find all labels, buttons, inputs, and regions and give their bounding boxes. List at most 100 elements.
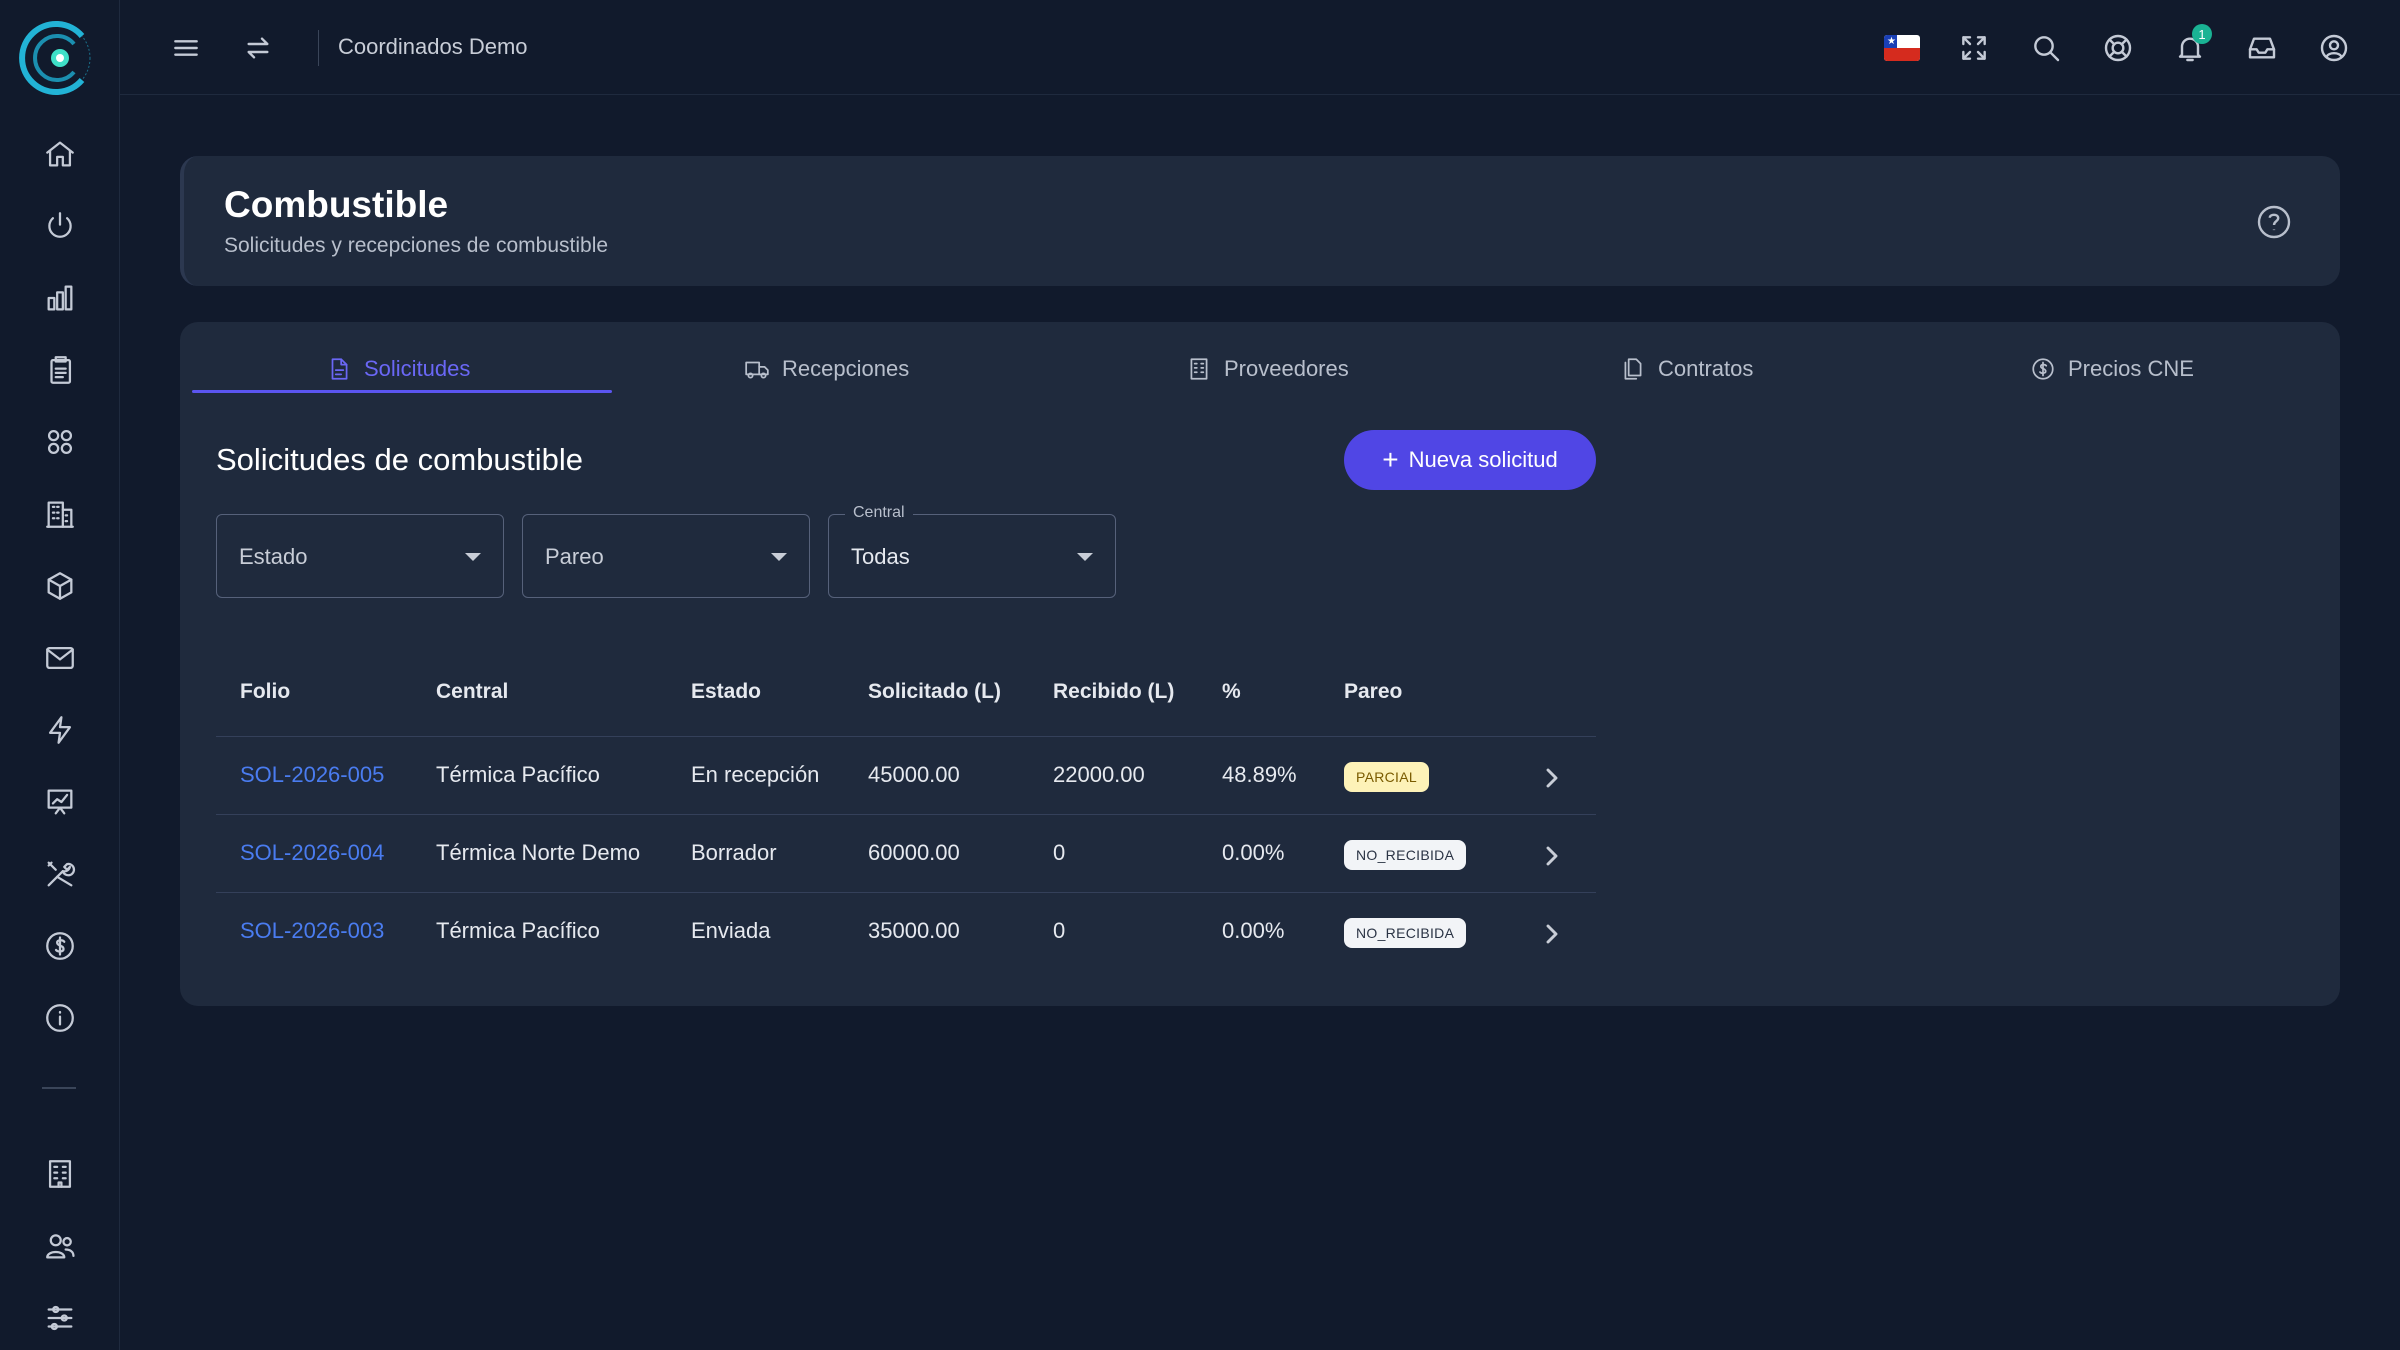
documents-icon <box>1624 358 1642 380</box>
grid-icon[interactable] <box>36 418 84 466</box>
clipboard-icon[interactable] <box>36 346 84 394</box>
office-icon[interactable] <box>36 1150 84 1198</box>
tab-precios-cne[interactable]: Precios CNE <box>2030 344 2194 394</box>
pareo-placeholder: Pareo <box>545 544 604 569</box>
menu-icon[interactable] <box>162 24 210 72</box>
solicitado-cell: 45000.00 <box>868 762 960 787</box>
tab-contratos[interactable]: Contratos <box>1620 344 1753 394</box>
tab-label: Solicitudes <box>364 356 471 381</box>
col-header-percent[interactable]: % <box>1222 680 1241 704</box>
topbar-divider <box>318 30 319 66</box>
status-badge: NO_RECIBIDA <box>1344 918 1467 948</box>
page-title: Combustible <box>224 184 449 225</box>
status-badge: PARCIAL <box>1344 762 1429 792</box>
tab-solicitudes[interactable]: Solicitudes <box>326 344 470 394</box>
status-badge: NO_RECIBIDA <box>1344 840 1467 870</box>
tab-label: Proveedores <box>1224 356 1349 381</box>
col-header-central[interactable]: Central <box>436 680 508 704</box>
caret-down-icon <box>771 553 787 561</box>
solicitado-cell: 60000.00 <box>868 840 960 865</box>
central-select[interactable]: Central Todas <box>828 504 1116 598</box>
inbox-icon[interactable] <box>2238 24 2286 72</box>
table-divider <box>216 892 1596 893</box>
document-icon <box>331 358 348 380</box>
col-header-estado[interactable]: Estado <box>691 680 761 704</box>
dollar-icon <box>2032 358 2054 380</box>
bolt-icon[interactable] <box>36 706 84 754</box>
chevron-right-icon[interactable] <box>1536 762 1568 794</box>
tab-label: Contratos <box>1658 356 1754 381</box>
mail-icon[interactable] <box>36 634 84 682</box>
caret-down-icon <box>465 553 481 561</box>
table-divider <box>216 814 1596 815</box>
sidebar-divider <box>42 1087 76 1089</box>
main-panel: Solicitudes Recepciones Proveedores Cont… <box>180 322 2340 1006</box>
notification-badge: 1 <box>2192 24 2212 44</box>
estado-cell: Borrador <box>691 840 777 865</box>
dollar-icon[interactable] <box>36 922 84 970</box>
sidebar <box>0 0 120 1350</box>
users-icon[interactable] <box>36 1222 84 1270</box>
truck-icon <box>745 361 769 379</box>
cube-icon[interactable] <box>36 562 84 610</box>
building-icon[interactable] <box>36 490 84 538</box>
central-label: Central <box>845 504 913 522</box>
support-icon[interactable] <box>2094 24 2142 72</box>
chevron-right-icon[interactable] <box>1536 918 1568 950</box>
tools-icon[interactable] <box>36 850 84 898</box>
col-header-solicitado[interactable]: Solicitado (L) <box>868 680 1001 704</box>
folio-link[interactable]: SOL-2026-004 <box>240 840 384 866</box>
percent-cell: 48.89% <box>1222 762 1297 787</box>
estado-placeholder: Estado <box>239 544 308 569</box>
central-cell: Térmica Pacífico <box>436 918 600 943</box>
central-cell: Térmica Norte Demo <box>436 840 641 865</box>
percent-cell: 0.00% <box>1222 840 1285 865</box>
page-subtitle: Solicitudes y recepciones de combustible <box>224 234 609 257</box>
tab-label: Recepciones <box>782 356 910 381</box>
user-icon[interactable] <box>2310 24 2358 72</box>
home-icon[interactable] <box>36 130 84 178</box>
swap-icon[interactable] <box>234 24 282 72</box>
chevron-right-icon[interactable] <box>1536 840 1568 872</box>
recibido-cell: 0 <box>1053 918 1066 943</box>
col-header-folio[interactable]: Folio <box>240 680 290 704</box>
tab-proveedores[interactable]: Proveedores <box>1186 344 1349 394</box>
page-header: Combustible Solicitudes y recepciones de… <box>180 156 2340 286</box>
recibido-cell: 22000.00 <box>1053 762 1145 787</box>
building-icon <box>1190 358 1208 380</box>
estado-cell: En recepción <box>691 762 820 787</box>
bar-chart-icon[interactable] <box>36 274 84 322</box>
section-title: Solicitudes de combustible <box>216 442 584 477</box>
solicitado-cell: 35000.00 <box>868 918 960 943</box>
active-tab-indicator <box>192 390 612 393</box>
fullscreen-icon[interactable] <box>1950 24 1998 72</box>
flag-chile-icon[interactable]: ★ <box>1878 24 1926 72</box>
col-header-recibido[interactable]: Recibido (L) <box>1053 680 1174 704</box>
folio-link[interactable]: SOL-2026-005 <box>240 762 384 788</box>
sliders-icon[interactable] <box>36 1294 84 1342</box>
new-request-label: Nueva solicitud <box>1408 447 1558 472</box>
presentation-chart-icon[interactable] <box>36 778 84 826</box>
pareo-select[interactable]: Pareo <box>522 514 810 598</box>
table-divider <box>216 736 1596 737</box>
power-icon[interactable] <box>36 202 84 250</box>
tab-recepciones[interactable]: Recepciones <box>744 344 909 394</box>
estado-select[interactable]: Estado <box>216 514 504 598</box>
search-icon[interactable] <box>2022 24 2070 72</box>
topbar: Coordinados Demo ★ 1 <box>120 0 2400 95</box>
central-cell: Térmica Pacífico <box>436 762 600 787</box>
help-icon[interactable] <box>2256 204 2292 240</box>
folio-link[interactable]: SOL-2026-003 <box>240 918 384 944</box>
org-name[interactable]: Coordinados Demo <box>338 34 528 60</box>
caret-down-icon <box>1077 553 1093 561</box>
percent-cell: 0.00% <box>1222 918 1285 943</box>
central-value: Todas <box>851 544 910 569</box>
app-logo[interactable] <box>16 14 96 102</box>
bell-icon[interactable]: 1 <box>2166 24 2214 72</box>
recibido-cell: 0 <box>1053 840 1066 865</box>
new-request-button[interactable]: + Nueva solicitud <box>1344 430 1596 490</box>
tab-label: Precios CNE <box>2068 356 2194 381</box>
info-icon[interactable] <box>36 994 84 1042</box>
plus-icon: + <box>1382 444 1399 475</box>
col-header-pareo[interactable]: Pareo <box>1344 680 1402 704</box>
